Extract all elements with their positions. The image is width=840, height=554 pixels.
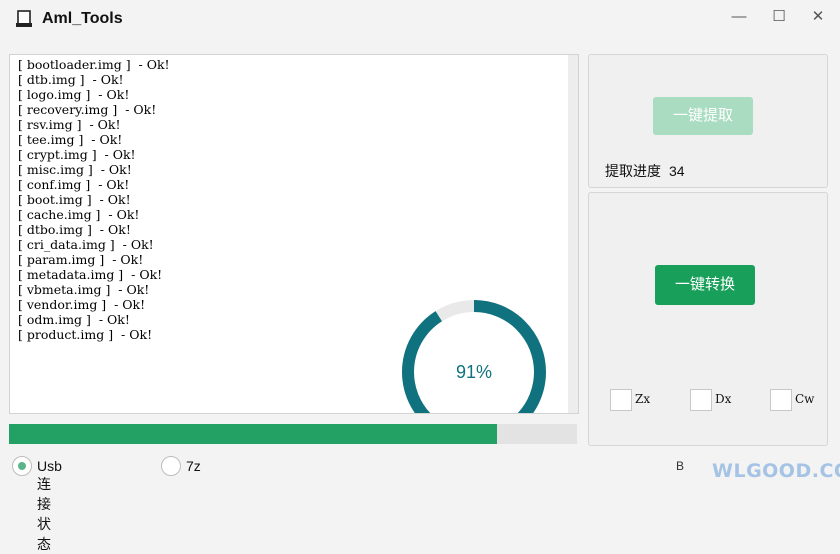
window-title: Aml_Tools [42,10,123,27]
maximize-icon[interactable]: ☐ [768,8,790,26]
usb-status-label: Usb连接状态 [37,458,62,552]
progress-ring-label: 91% [456,362,492,382]
app-icon [15,10,33,28]
log-line: [ bootloader.img ] - Ok! [18,57,170,72]
main-progress-fill [9,424,498,444]
checkbox-cw-box[interactable] [770,389,792,411]
log-line: [ tee.img ] - Ok! [18,132,123,147]
checkbox-cw-label: Cw [795,392,815,406]
log-line: [ dtbo.img ] - Ok! [18,222,131,237]
usb-status-indicator[interactable] [12,456,32,476]
convert-button[interactable]: 一键转换 [655,265,755,305]
checkbox-zx-label: Zx [635,392,651,406]
sevenz-indicator[interactable] [161,456,181,476]
log-line: [ param.img ] - Ok! [18,252,144,267]
log-line: [ dtb.img ] - Ok! [18,72,124,87]
log-scrollbar[interactable] [568,55,578,413]
extract-button[interactable]: 一键提取 [653,97,753,135]
progress-ring: 91% [402,300,546,413]
log-line: [ crypt.img ] - Ok! [18,147,136,162]
log-line: [ product.img ] - Ok! [18,327,153,342]
title-bar: Aml_Tools — ☐ ✕ [0,0,840,40]
extract-progress: 提取进度 34 [605,161,685,181]
checkbox-zx-box[interactable] [610,389,632,411]
log-line: [ vendor.img ] - Ok! [18,297,146,312]
log-output[interactable]: [ bootloader.img ] - Ok![ dtb.img ] - Ok… [9,54,579,414]
checkbox-dx-label: Dx [715,392,732,406]
watermark-logo: WLGOOD.COM [712,460,840,482]
convert-panel: 一键转换 Zx Dx Cw [588,192,828,446]
close-icon[interactable]: ✕ [807,8,829,26]
extract-progress-value: 34 [669,163,685,179]
log-lines: [ bootloader.img ] - Ok![ dtb.img ] - Ok… [18,57,170,342]
log-line: [ recovery.img ] - Ok! [18,102,157,117]
log-line: [ rsv.img ] - Ok! [18,117,121,132]
sevenz-label: 7z [186,458,201,474]
main-progress-bar [9,424,577,444]
log-line: [ cache.img ] - Ok! [18,207,140,222]
log-line: [ odm.img ] - Ok! [18,312,130,327]
log-line: [ misc.img ] - Ok! [18,162,132,177]
log-line: [ conf.img ] - Ok! [18,177,130,192]
log-line: [ vbmeta.img ] - Ok! [18,282,150,297]
footer-text: B [676,459,685,473]
progress-ring-arc [402,300,546,413]
extract-panel: 一键提取 提取进度 34 [588,54,828,188]
usb-status-dot [18,462,26,470]
log-line: [ metadata.img ] - Ok! [18,267,163,282]
log-line: [ logo.img ] - Ok! [18,87,130,102]
extract-progress-label: 提取进度 [605,163,661,179]
minimize-icon[interactable]: — [728,8,750,26]
log-line: [ cri_data.img ] - Ok! [18,237,154,252]
checkbox-dx-box[interactable] [690,389,712,411]
log-line: [ boot.img ] - Ok! [18,192,131,207]
